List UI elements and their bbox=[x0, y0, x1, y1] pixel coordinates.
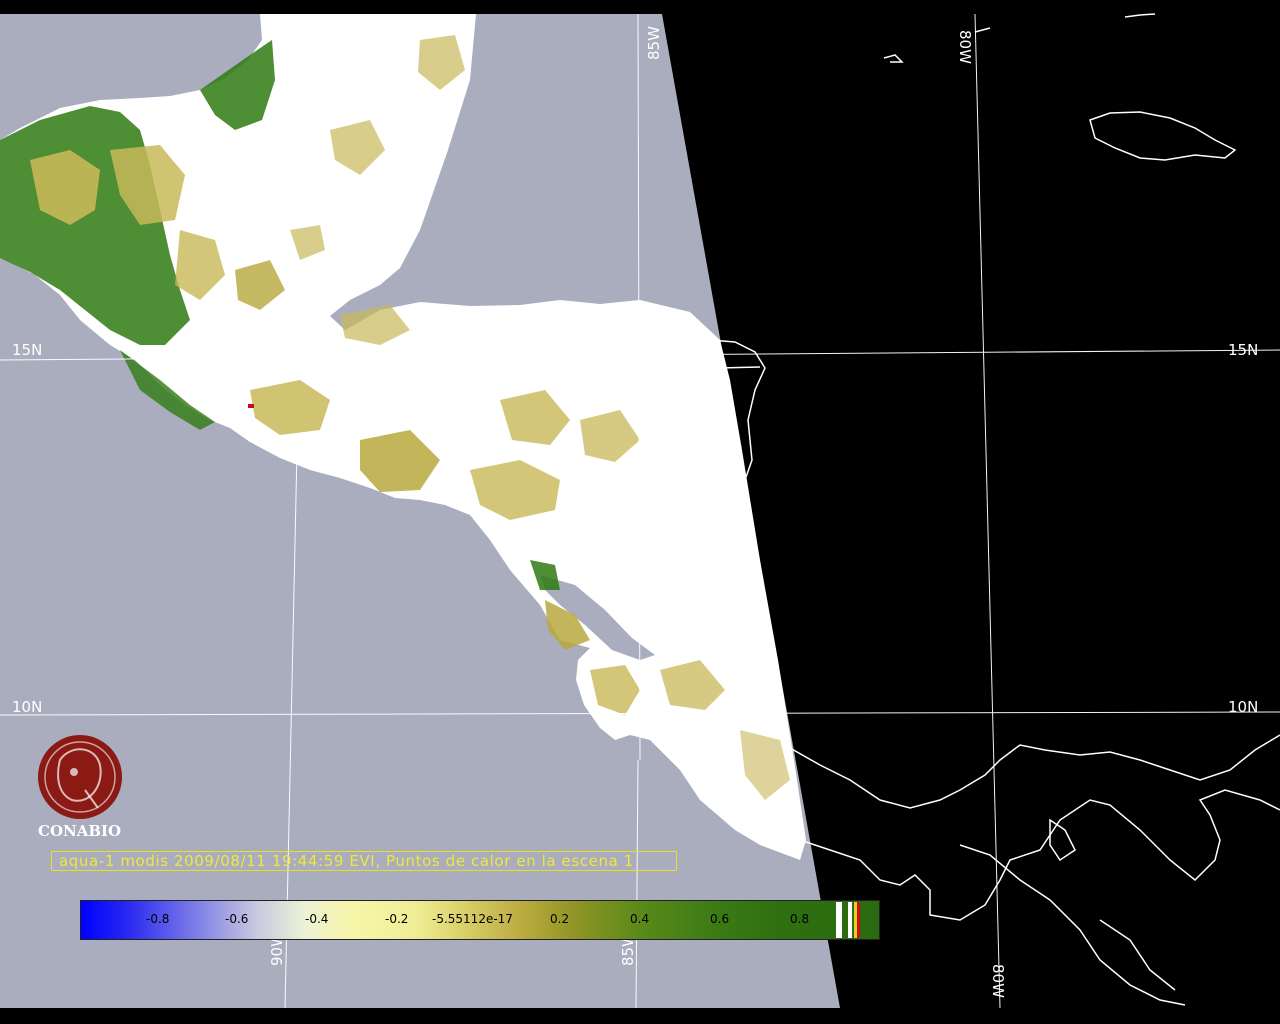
lat-15n-label-left: 15N bbox=[12, 341, 42, 359]
colorbar-red-stripe bbox=[857, 902, 860, 938]
conabio-seal-icon bbox=[38, 735, 122, 819]
colorbar-tick: 0.4 bbox=[630, 912, 650, 926]
colorbar-white-stripe bbox=[836, 902, 842, 938]
colorbar-tick: -0.6 bbox=[225, 912, 249, 926]
colorbar-tick: -0.2 bbox=[385, 912, 409, 926]
lon-80w-label-bottom: 80W bbox=[989, 964, 1007, 998]
colorbar-tick: -5.55112e-17 bbox=[432, 912, 513, 926]
lat-15n-label-right: 15N bbox=[1228, 341, 1258, 359]
colorbar-tick: 0.2 bbox=[550, 912, 570, 926]
lat-10n-label-right: 10N bbox=[1228, 698, 1258, 716]
hot-spot-marker bbox=[248, 404, 254, 408]
colorbar-white-stripe-2 bbox=[848, 902, 852, 938]
colorbar-tick: 0.8 bbox=[790, 912, 810, 926]
conabio-logo-text: CONABIO bbox=[38, 822, 122, 840]
colorbar-tick: -0.4 bbox=[305, 912, 329, 926]
colorbar-tick: 0.6 bbox=[710, 912, 730, 926]
lat-10n-label-left: 10N bbox=[12, 698, 42, 716]
lon-85w-label-top: 85W bbox=[645, 26, 663, 60]
lon-80w-label-top: 80W bbox=[956, 30, 974, 64]
colorbar-tick: -0.8 bbox=[146, 912, 170, 926]
scene-caption: aqua-1 modis 2009/08/11 19:44:59 EVI, Pu… bbox=[59, 852, 634, 870]
